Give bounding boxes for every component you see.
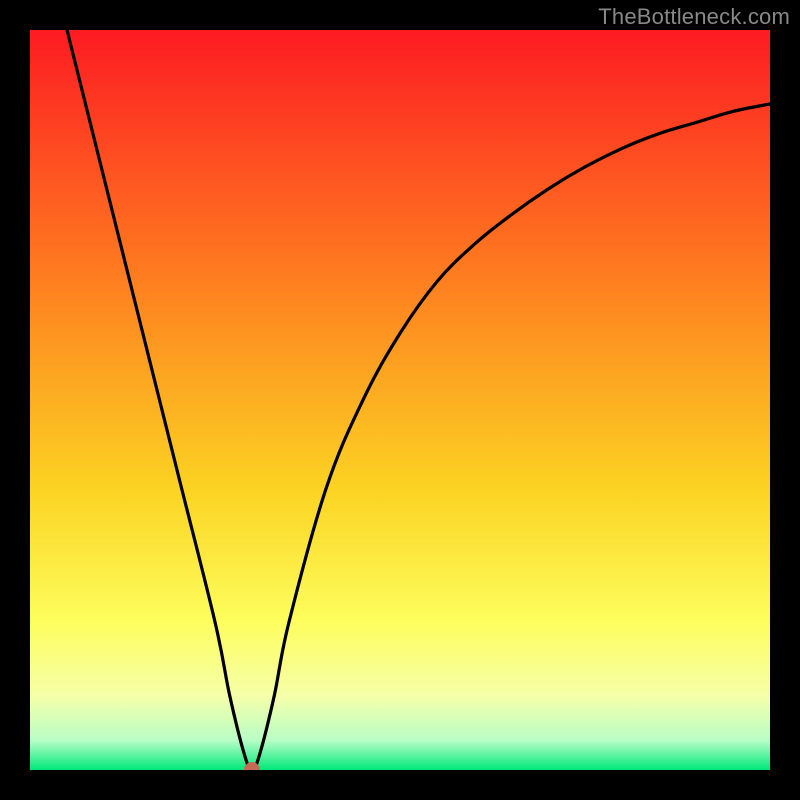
watermark-text: TheBottleneck.com <box>598 4 790 30</box>
chart-plot-area <box>30 30 770 770</box>
gradient-background <box>30 30 770 770</box>
chart-svg <box>30 30 770 770</box>
